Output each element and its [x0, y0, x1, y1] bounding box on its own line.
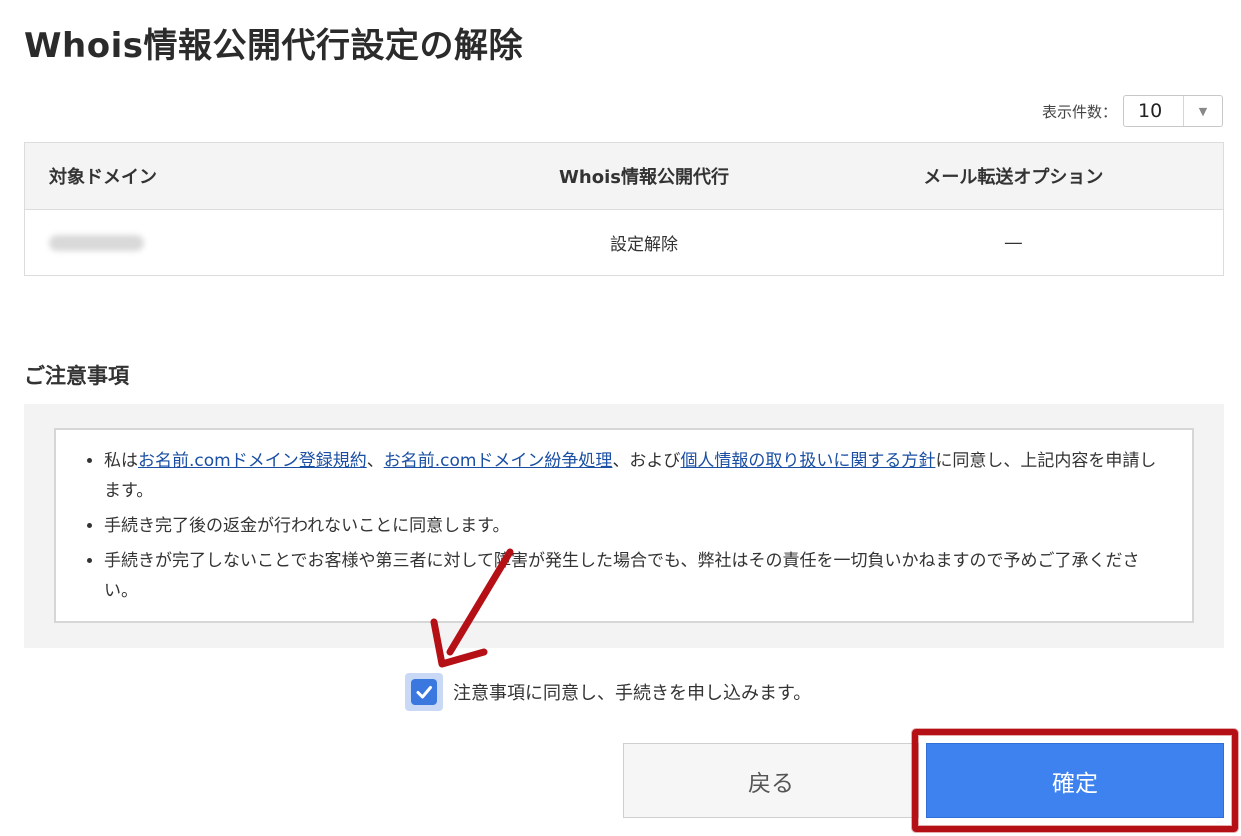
- link-privacy-policy[interactable]: 個人情報の取り扱いに関する方針: [680, 451, 935, 471]
- link-domain-dispute-policy[interactable]: お名前.comドメイン紛争処理: [384, 451, 613, 471]
- per-page-label: 表示件数：: [1041, 102, 1117, 121]
- note-text: 、および: [612, 451, 681, 471]
- page-title: Whois情報公開代行設定の解除: [24, 26, 523, 66]
- per-page-value: 10: [1138, 100, 1163, 122]
- annotation-arrow-icon: [430, 548, 514, 668]
- back-button[interactable]: 戻る: [623, 743, 919, 818]
- note-text: 、: [366, 451, 384, 471]
- notes-panel: 私はお名前.comドメイン登録規約、お名前.comドメイン紛争処理、および個人情…: [24, 404, 1224, 648]
- notes-heading: ご注意事項: [24, 364, 129, 388]
- note-item-no-refund: 手続き完了後の返金が行われないことに同意します。: [104, 511, 1162, 541]
- per-page-select[interactable]: 10 ▼: [1123, 95, 1223, 127]
- chevron-down-icon[interactable]: ▼: [1183, 96, 1222, 126]
- mail-option-cell: ―: [1004, 232, 1022, 253]
- whois-status-cell: 設定解除: [609, 235, 678, 255]
- notes-list: 私はお名前.comドメイン登録規約、お名前.comドメイン紛争処理、および個人情…: [56, 430, 1192, 606]
- agree-checkbox[interactable]: [405, 673, 443, 711]
- note-item-liability: 手続きが完了しないことでお客様や第三者に対して障害が発生した場合でも、弊社はその…: [104, 546, 1162, 606]
- confirm-button[interactable]: 確定: [926, 743, 1224, 818]
- agreement-row: 注意事項に同意し、手続きを申し込みます。: [405, 673, 811, 711]
- domain-cell: [25, 233, 484, 253]
- per-page-control: 表示件数： 10 ▼: [1042, 95, 1223, 127]
- redacted-domain-name: [49, 234, 144, 251]
- notes-box: 私はお名前.comドメイン登録規約、お名前.comドメイン紛争処理、および個人情…: [54, 428, 1194, 623]
- header-mail-forwarding: メール転送オプション: [923, 167, 1104, 188]
- table-header: 対象ドメイン Whois情報公開代行 メール転送オプション: [25, 143, 1223, 210]
- note-item-terms: 私はお名前.comドメイン登録規約、お名前.comドメイン紛争処理、および個人情…: [104, 446, 1162, 506]
- header-whois-proxy: Whois情報公開代行: [559, 167, 729, 188]
- domain-table: 対象ドメイン Whois情報公開代行 メール転送オプション 設定解除 ―: [24, 142, 1224, 276]
- link-domain-registration-terms[interactable]: お名前.comドメイン登録規約: [138, 451, 367, 471]
- header-target-domain: 対象ドメイン: [49, 167, 157, 188]
- agree-label[interactable]: 注意事項に同意し、手続きを申し込みます。: [453, 679, 811, 705]
- note-text: 私は: [104, 451, 138, 471]
- checkmark-icon: [411, 679, 437, 705]
- table-row: 設定解除 ―: [25, 210, 1223, 275]
